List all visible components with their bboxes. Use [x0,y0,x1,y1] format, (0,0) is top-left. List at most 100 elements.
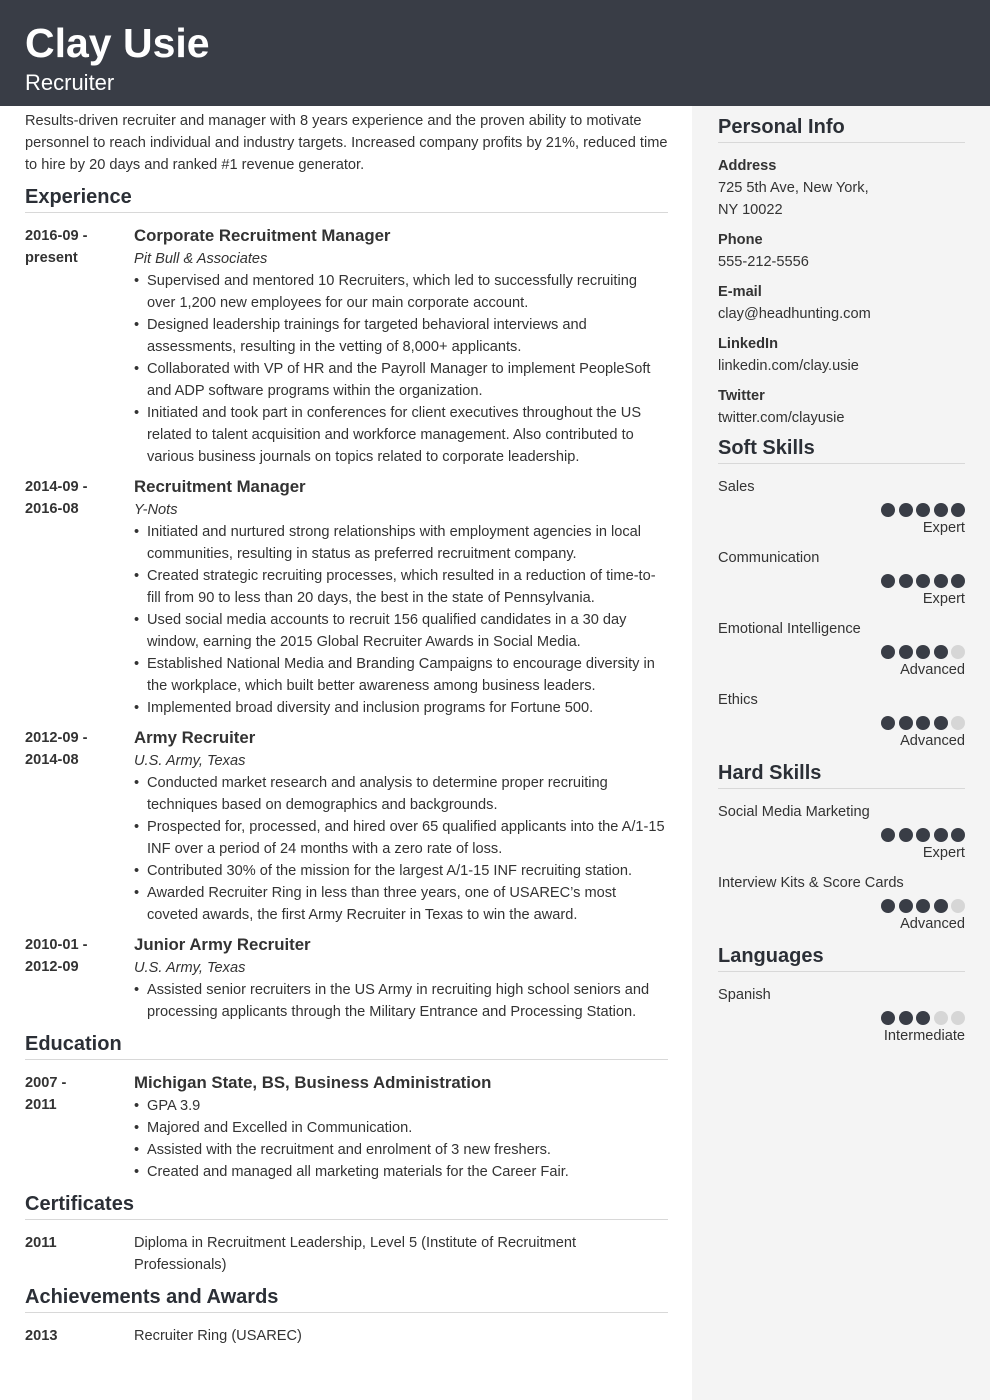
responsibilities-list: Initiated and nurtured strong relationsh… [134,521,668,719]
rating-dot-filled-icon [898,828,913,842]
rating-dot-filled-icon [881,1011,895,1025]
email-value[interactable]: clay@headhunting.com [718,303,965,325]
certificates-heading: Certificates [25,1191,668,1220]
job-title: Junior Army Recruiter [134,935,311,954]
address-line-1: 725 5th Ave, New York, [718,180,869,196]
phone-value: 555-212-5556 [718,254,809,270]
rating-dot-filled-icon [916,645,930,659]
address-block: Address 725 5th Ave, New York, NY 10022 [718,155,965,221]
experience-list: 2016-09 - present Corporate Recruitment Ma… [25,225,668,1023]
skill-level: Expert [922,520,965,536]
skill-item: Spanish Intermediate [718,984,965,1047]
entry-dates: 2012-09 - 2014-08 [25,727,134,926]
rating-dot-filled-icon [881,716,895,730]
rating-dot-filled-icon [951,503,965,517]
hard-skills-list: Social Media Marketing Expert Interview Ki… [718,801,965,935]
bullet-item: Supervised and mentored 10 Recruiters, w… [134,270,668,314]
responsibilities-list: Supervised and mentored 10 Recruiters, w… [134,270,668,468]
rating-dot-filled-icon [933,899,948,913]
soft-skills-heading: Soft Skills [718,435,965,464]
experience-entry: 2012-09 - 2014-08 Army Recruiter U.S. Army,… [25,727,668,926]
sidebar: Personal Info Address 725 5th Ave, New Y… [692,106,990,1400]
skill-item: Sales Expert [718,476,965,539]
twitter-block: Twitter twitter.com/clayusie [718,385,965,429]
responsibilities-list: Conducted market research and analysis t… [134,772,668,926]
skill-rating [718,503,965,517]
date-end: present [25,250,78,266]
languages-list: Spanish Intermediate [718,984,965,1047]
rating-dot-filled-icon [898,574,913,588]
company-name: Pit Bull & Associates [134,251,268,267]
entry-body: Michigan State, BS, Business Administrat… [134,1072,668,1183]
entry-body: Recruitment Manager Y-Nots Initiated and n… [134,476,668,719]
phone-label: Phone [718,232,763,248]
rating-dot-empty-icon [951,899,965,913]
certificates-list: 2011 Diploma in Recruitment Leadership, L… [25,1232,668,1276]
certificate-entry: 2011 Diploma in Recruitment Leadership, L… [25,1232,668,1276]
skill-name: Sales [718,479,755,495]
linkedin-value[interactable]: linkedin.com/clay.usie [718,355,965,377]
job-title: Recruitment Manager [134,477,306,496]
rating-dot-empty-icon [951,645,965,659]
job-title: Corporate Recruitment Manager [134,226,391,245]
profile-summary: Results-driven recruiter and manager wit… [25,113,668,173]
skill-level: Expert [922,845,965,861]
award-entry: 2013 Recruiter Ring (USAREC) [25,1325,668,1347]
linkedin-block: LinkedIn linkedin.com/clay.usie [718,333,965,377]
personal-info-heading: Personal Info [718,114,965,143]
skill-rating [718,645,965,659]
bullet-item: Assisted with the recruitment and enrolm… [134,1139,668,1161]
rating-dot-filled-icon [916,899,930,913]
experience-heading: Experience [25,184,668,213]
skill-level: Expert [922,591,965,607]
bullet-item: Initiated and took part in conferences f… [134,402,668,468]
rating-dot-filled-icon [951,828,965,842]
education-heading: Education [25,1031,668,1060]
date-start: 2016-09 - [25,228,88,244]
main-content: Results-driven recruiter and manager wit… [25,110,668,1355]
skill-level: Advanced [900,916,965,932]
rating-dot-filled-icon [916,503,930,517]
bullet-item: Created and managed all marketing materi… [134,1161,668,1183]
skill-rating [718,1011,965,1025]
skill-name: Emotional Intelligence [718,621,861,637]
bullet-item: Collaborated with VP of HR and the Payro… [134,358,668,402]
date-end: 2016-08 [25,501,79,517]
rating-dot-empty-icon [951,1011,965,1025]
bullet-item: Conducted market research and analysis t… [134,772,668,816]
entry-date: 2013 [25,1328,58,1344]
education-list: 2007 - 2011 Michigan State, BS, Business A… [25,1072,668,1183]
rating-dot-filled-icon [933,716,948,730]
rating-dot-filled-icon [933,574,948,588]
rating-dot-filled-icon [916,1011,930,1025]
entry-dates: 2016-09 - present [25,225,134,468]
email-block: E-mail clay@headhunting.com [718,281,965,325]
rating-dot-filled-icon [881,503,895,517]
languages-heading: Languages [718,943,965,972]
rating-dot-filled-icon [881,899,895,913]
bullet-item: Used social media accounts to recruit 15… [134,609,668,653]
skill-level: Advanced [900,662,965,678]
address-value: 725 5th Ave, New York, NY 10022 [718,177,965,221]
bullet-item: Prospected for, processed, and hired ove… [134,816,668,860]
company-name: U.S. Army, Texas [134,960,246,976]
date-start: 2007 - [25,1075,67,1091]
skill-item: Ethics Advanced [718,689,965,752]
skill-item: Emotional Intelligence Advanced [718,618,965,681]
twitter-value[interactable]: twitter.com/clayusie [718,407,965,429]
date-start: 2014-09 - [25,479,88,495]
rating-dot-empty-icon [951,716,965,730]
bullet-item: Majored and Excelled in Communication. [134,1117,668,1139]
email-label: E-mail [718,284,762,300]
rating-dot-filled-icon [881,574,895,588]
company-name: Y-Nots [134,502,178,518]
experience-entry: 2010-01 - 2012-09 Junior Army Recruiter U.S… [25,934,668,1023]
experience-entry: 2016-09 - present Corporate Recruitment Ma… [25,225,668,468]
entry-text: Recruiter Ring (USAREC) [134,1328,302,1344]
awards-list: 2013 Recruiter Ring (USAREC) [25,1325,668,1347]
skill-item: Communication Expert [718,547,965,610]
date-end: 2011 [25,1097,57,1113]
rating-dot-filled-icon [916,716,930,730]
entry-dates: 2014-09 - 2016-08 [25,476,134,719]
date-start: 2012-09 - [25,730,88,746]
